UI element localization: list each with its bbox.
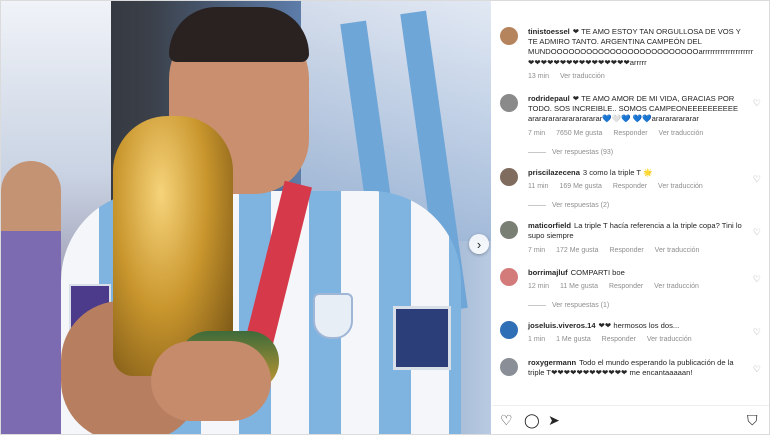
comment-username[interactable]: borrimajluf xyxy=(528,268,568,277)
comment-time[interactable]: 12 min xyxy=(528,283,549,290)
avatar[interactable] xyxy=(500,167,518,186)
instagram-post: › tinistoessel ❤ TE AMO ESTOY TAN ORGULLO… xyxy=(0,0,770,435)
comment-username[interactable]: tinistoessel xyxy=(528,27,570,36)
heart-icon[interactable]: ♡ xyxy=(500,412,513,429)
comment-time[interactable]: 11 min xyxy=(528,183,549,190)
comment-meta: 11 min 169 Me gusta Responder Ver traduc… xyxy=(528,182,747,192)
comment-username[interactable]: joseluis.viveros.14 xyxy=(528,321,596,330)
comment: priscilazecena 3 como la triple T 🌟 11 mi… xyxy=(492,167,769,192)
translate-link[interactable]: Ver traducción xyxy=(658,183,703,190)
chevron-right-icon: › xyxy=(476,236,482,252)
comment-likes[interactable]: 7650 Me gusta xyxy=(556,130,602,137)
translate-link[interactable]: Ver traducción xyxy=(655,247,700,254)
comments-list[interactable]: tinistoessel ❤ TE AMO ESTOY TAN ORGULLOSA… xyxy=(492,1,769,405)
comment: joseluis.viveros.14 ❤❤ hermosos los dos..… xyxy=(492,321,769,345)
comment-likes[interactable]: 11 Me gusta xyxy=(560,283,598,290)
comment: tinistoessel ❤ TE AMO ESTOY TAN ORGULLOSA… xyxy=(492,27,769,82)
comment-time[interactable]: 1 min xyxy=(528,336,545,343)
next-photo-button[interactable]: › xyxy=(469,234,489,254)
reply-link[interactable]: Responder xyxy=(613,130,647,137)
comment-icon[interactable]: ◯ xyxy=(524,412,540,429)
avatar[interactable] xyxy=(500,94,518,113)
view-replies-label[interactable]: Ver respuestas (1) xyxy=(552,302,609,309)
comment: roxygermann Todo el mundo esperando la pu… xyxy=(492,357,769,378)
heart-icon[interactable]: ♡ xyxy=(753,98,761,108)
avatar[interactable] xyxy=(500,357,518,376)
share-icon[interactable]: ➤ xyxy=(548,412,560,429)
comment-likes[interactable]: 1 Me gusta xyxy=(556,336,591,343)
view-replies-label[interactable]: Ver respuestas (93) xyxy=(552,149,613,156)
reply-link[interactable]: Responder xyxy=(613,183,647,190)
translate-link[interactable]: Ver traducción xyxy=(647,336,692,343)
comment: maticorfield La triple T hacía referencia… xyxy=(492,221,769,256)
view-replies[interactable]: Ver respuestas (93) xyxy=(492,149,769,156)
heart-icon[interactable]: ♡ xyxy=(753,174,761,184)
heart-icon[interactable]: ♡ xyxy=(753,227,761,237)
comment-time[interactable]: 7 min xyxy=(528,130,545,137)
comment: rodridepaul ❤ TE AMO AMOR DE MI VIDA, GRA… xyxy=(492,94,769,139)
comment-meta: 7 min 172 Me gusta Responder Ver traducc… xyxy=(528,246,747,256)
translate-link[interactable]: Ver traducción xyxy=(659,130,704,137)
reply-link[interactable]: Responder xyxy=(609,247,643,254)
comment-likes[interactable]: 172 Me gusta xyxy=(556,247,598,254)
avatar[interactable] xyxy=(500,321,518,340)
comment-time[interactable]: 7 min xyxy=(528,247,545,254)
post-actions-bar: ♡ ◯ ➤ ⛉ xyxy=(492,405,769,434)
comment-text: ❤❤ hermosos los dos... xyxy=(598,321,680,331)
reply-link[interactable]: Responder xyxy=(609,283,643,290)
avatar[interactable] xyxy=(500,27,518,45)
comment-meta: 13 min Ver traducción xyxy=(528,72,747,82)
comment-username[interactable]: roxygermann xyxy=(528,358,576,367)
comment-meta: 7 min 7650 Me gusta Responder Ver traduc… xyxy=(528,129,747,139)
comment: borrimajluf COMPARTI boe 12 min 11 Me gus… xyxy=(492,267,769,292)
comment-meta: 12 min 11 Me gusta Responder Ver traducc… xyxy=(528,282,747,292)
view-replies[interactable]: Ver respuestas (2) xyxy=(492,202,769,209)
comment-username[interactable]: maticorfield xyxy=(528,221,571,230)
comment-likes[interactable]: 169 Me gusta xyxy=(559,183,601,190)
comment-text: 3 como la triple T 🌟 xyxy=(582,167,653,177)
comment-username[interactable]: rodridepaul xyxy=(528,94,570,103)
avatar[interactable] xyxy=(500,267,518,286)
comment-meta: 1 min 1 Me gusta Responder Ver traducció… xyxy=(528,335,747,345)
replies-divider xyxy=(528,151,546,153)
heart-icon[interactable]: ♡ xyxy=(753,364,761,374)
avatar[interactable] xyxy=(500,221,518,240)
replies-divider xyxy=(528,305,546,307)
sleeve-patch xyxy=(393,306,451,370)
comment-username[interactable]: priscilazecena xyxy=(528,168,580,177)
post-photo xyxy=(1,1,491,434)
replies-divider xyxy=(528,205,546,207)
comment-time[interactable]: 13 min xyxy=(528,73,549,80)
view-replies[interactable]: Ver respuestas (1) xyxy=(492,302,769,309)
reply-link[interactable]: Responder xyxy=(602,336,636,343)
translate-link[interactable]: Ver traducción xyxy=(560,73,605,80)
heart-icon[interactable]: ♡ xyxy=(753,327,761,337)
heart-icon[interactable]: ♡ xyxy=(753,274,761,284)
translate-link[interactable]: Ver traducción xyxy=(654,283,699,290)
bookmark-icon[interactable]: ⛉ xyxy=(747,412,758,429)
comments-panel: tinistoessel ❤ TE AMO ESTOY TAN ORGULLOSA… xyxy=(492,1,769,434)
view-replies-label[interactable]: Ver respuestas (2) xyxy=(552,202,609,209)
comment-text: COMPARTI boe xyxy=(570,267,625,277)
afa-crest xyxy=(313,293,353,339)
